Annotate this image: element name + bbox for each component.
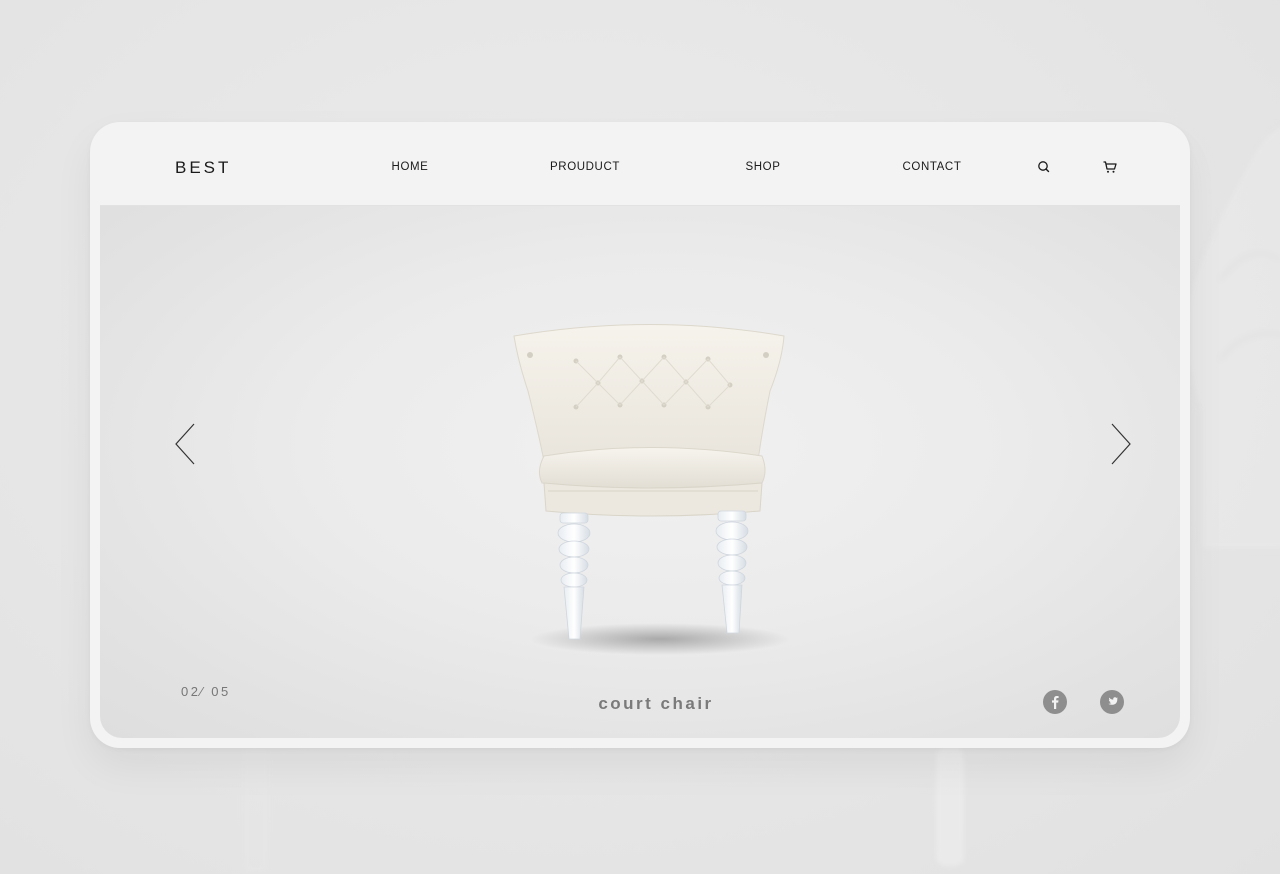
product-image-chair [513,324,790,655]
twitter-icon [1108,697,1118,705]
prev-slide-button[interactable] [174,422,200,466]
background-leg-decor [936,748,964,866]
product-name[interactable]: court chair [598,694,713,714]
search-icon[interactable] [1035,158,1053,176]
background-leg-decor-left [242,748,270,874]
facebook-icon [1052,696,1059,709]
top-navbar: BEST HOME PROUDUCT SHOP CONTACT [100,132,1180,206]
nav-item-contact[interactable]: CONTACT [903,161,962,173]
chevron-right-icon [1111,423,1131,465]
next-slide-button[interactable] [1108,422,1134,466]
facebook-button[interactable] [1043,690,1067,714]
chevron-left-icon [175,423,195,465]
brand-logo[interactable]: BEST [175,158,231,178]
nav-item-product[interactable]: PROUDUCT [550,161,620,173]
nav-item-shop[interactable]: SHOP [746,161,781,173]
device-frame: BEST HOME PROUDUCT SHOP CONTACT 02⁄ 05 c… [90,122,1190,748]
nav-item-home[interactable]: HOME [392,161,429,173]
cart-icon[interactable] [1101,158,1119,176]
hero-slider: 02⁄ 05 court chair [100,206,1180,738]
slide-counter: 02⁄ 05 [181,684,231,699]
website-screen: BEST HOME PROUDUCT SHOP CONTACT 02⁄ 05 c… [100,132,1180,738]
twitter-button[interactable] [1100,690,1124,714]
